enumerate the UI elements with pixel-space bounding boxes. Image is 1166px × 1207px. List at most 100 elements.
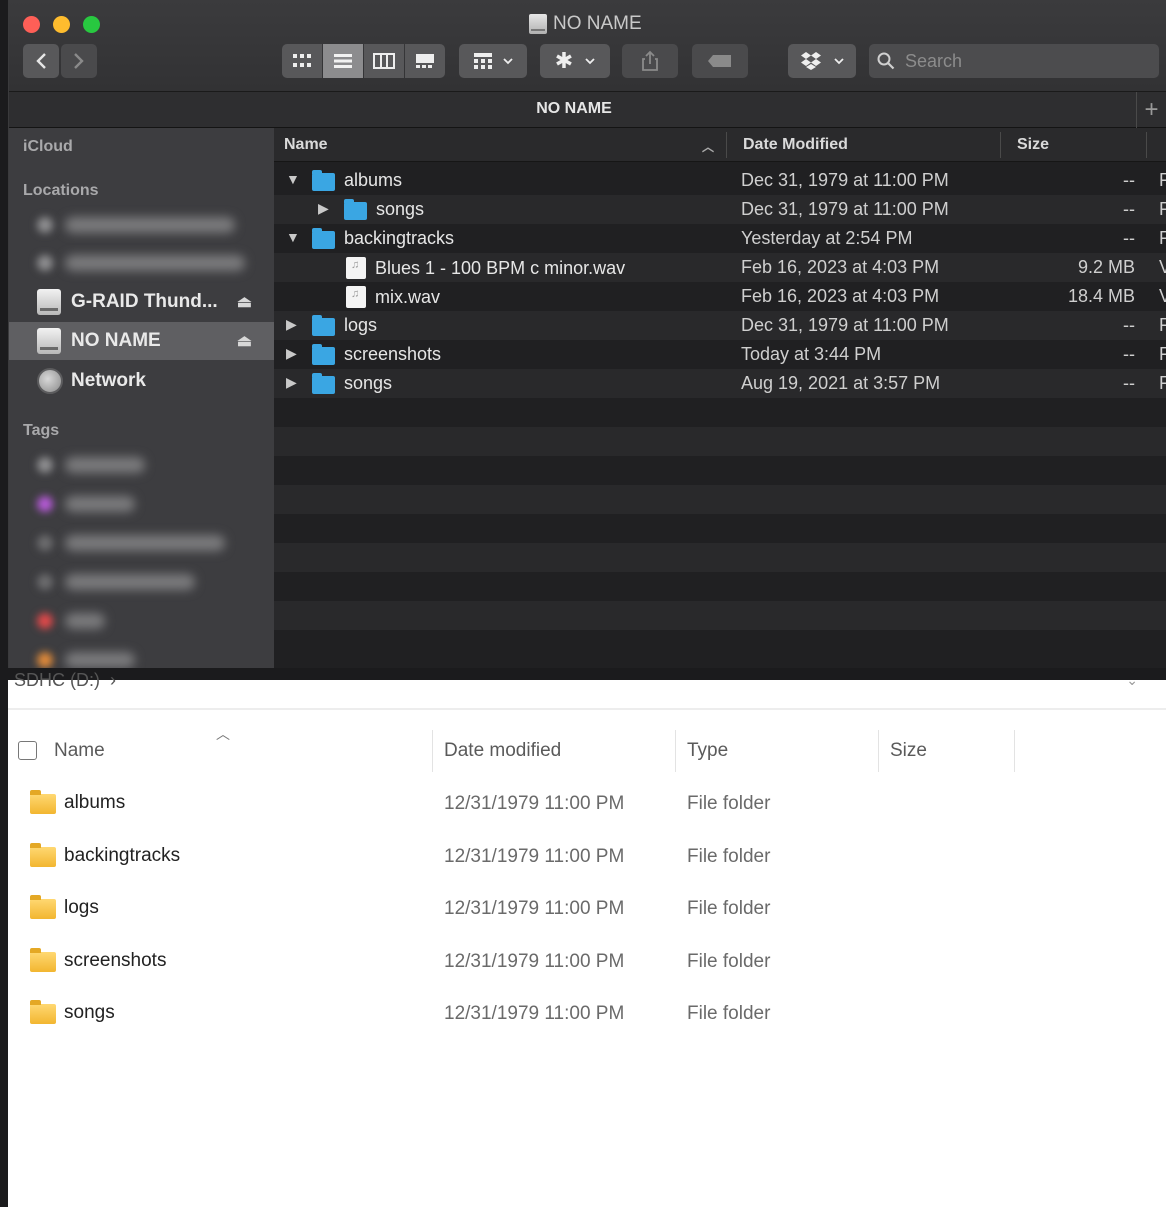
sidebar-section-tags[interactable]: Tags <box>23 422 59 440</box>
file-name: Blues 1 - 100 BPM c minor.wav <box>375 257 626 278</box>
file-row-albums[interactable]: ▼ albums Dec 31, 1979 at 11:00 PM -- F <box>274 166 1166 195</box>
file-row-screenshots[interactable]: ▶ screenshots Today at 3:44 PM -- F <box>274 340 1166 369</box>
disclosure-collapsed-icon[interactable]: ▶ <box>286 374 300 391</box>
sidebar-section-locations[interactable]: Locations <box>23 182 99 200</box>
dropbox-button[interactable] <box>788 44 856 78</box>
folder-icon <box>312 314 335 336</box>
audio-file-icon <box>346 257 366 279</box>
sidebar-item-blurred-backup[interactable] <box>9 244 274 282</box>
breadcrumb-drive[interactable]: SDHC (D:) <box>14 670 100 691</box>
tab-title[interactable]: NO NAME <box>9 100 1139 118</box>
disclosure-collapsed-icon[interactable]: ▶ <box>286 345 300 362</box>
window-title-text: NO NAME <box>553 13 642 34</box>
empty-row <box>274 427 1166 456</box>
gallery-view-button[interactable] <box>405 44 445 78</box>
sidebar-tag-item[interactable] <box>9 485 274 523</box>
sidebar-section-icloud[interactable]: iCloud <box>23 138 73 156</box>
breadcrumb[interactable]: SDHC (D:) › <box>14 670 116 691</box>
zoom-window-button[interactable] <box>83 16 100 33</box>
sidebar-item-blurred-macbook[interactable] <box>9 206 274 244</box>
disclosure-collapsed-icon[interactable]: ▶ <box>318 200 332 217</box>
date-modified: 12/31/1979 11:00 PM <box>444 846 625 867</box>
column-view-button[interactable] <box>364 44 404 78</box>
list-item[interactable]: albums 12/31/1979 11:00 PM File folder <box>8 780 1166 832</box>
back-button[interactable] <box>23 44 59 78</box>
file-kind: V <box>1159 257 1166 278</box>
gallery-view-icon <box>416 54 434 68</box>
minimize-window-button[interactable] <box>53 16 70 33</box>
list-view-button[interactable] <box>323 44 363 78</box>
disclosure-expanded-icon[interactable]: ▼ <box>286 171 300 187</box>
share-button[interactable] <box>622 44 678 78</box>
eject-icon[interactable]: ⏏ <box>237 331 252 351</box>
tag-button[interactable] <box>692 44 748 78</box>
blurred-label <box>65 613 105 629</box>
sidebar-item-g-raid[interactable]: G-RAID Thund... ⏏ <box>9 283 274 321</box>
list-item[interactable]: songs 12/31/1979 11:00 PM File folder <box>8 990 1166 1042</box>
folder-icon <box>30 843 56 867</box>
file-row-blues-wav[interactable]: Blues 1 - 100 BPM c minor.wav Feb 16, 20… <box>274 253 1166 282</box>
eject-icon[interactable]: ⏏ <box>237 292 252 312</box>
file-size: -- <box>1123 228 1135 248</box>
icon-view-button[interactable] <box>282 44 322 78</box>
file-row-logs[interactable]: ▶ logs Dec 31, 1979 at 11:00 PM -- F <box>274 311 1166 340</box>
column-name[interactable]: Name <box>284 136 328 154</box>
blurred-label <box>65 652 135 668</box>
column-date-modified[interactable]: Date modified <box>444 740 561 762</box>
disclosure-collapsed-icon[interactable]: ▶ <box>286 316 300 333</box>
file-size: -- <box>1123 373 1135 393</box>
list-item[interactable]: screenshots 12/31/1979 11:00 PM File fol… <box>8 938 1166 990</box>
sidebar-item-network[interactable]: Network <box>9 362 274 400</box>
column-name[interactable]: Name <box>54 740 105 762</box>
chevron-down-icon <box>503 58 513 65</box>
column-size[interactable]: Size <box>1017 136 1049 154</box>
sidebar-item-no-name[interactable]: NO NAME ⏏ <box>9 322 274 360</box>
file-name: albums <box>344 170 403 190</box>
list-item[interactable]: logs 12/31/1979 11:00 PM File folder <box>8 885 1166 937</box>
external-drive-icon <box>37 328 61 354</box>
file-kind: F <box>1159 228 1166 249</box>
sidebar-tag-item[interactable] <box>9 563 274 601</box>
file-size: -- <box>1123 199 1135 219</box>
date-modified: Dec 31, 1979 at 11:00 PM <box>741 199 949 219</box>
sidebar-tag-item[interactable] <box>9 446 274 484</box>
tag-color-dot-icon <box>37 496 53 512</box>
date-modified: 12/31/1979 11:00 PM <box>444 898 625 919</box>
chevron-down-icon[interactable]: ⌄ <box>1126 672 1138 689</box>
group-by-button[interactable] <box>459 44 527 78</box>
date-modified: Aug 19, 2021 at 3:57 PM <box>741 373 941 393</box>
chevron-right-icon <box>74 53 84 69</box>
file-kind: F <box>1159 199 1166 220</box>
list-item[interactable]: backingtracks 12/31/1979 11:00 PM File f… <box>8 833 1166 885</box>
file-row-songs-nested[interactable]: ▶ songs Dec 31, 1979 at 11:00 PM -- F <box>274 195 1166 224</box>
sidebar-item-label: Network <box>71 370 146 391</box>
sidebar-item-label: G-RAID Thund... <box>71 291 218 312</box>
search-field[interactable] <box>869 44 1159 78</box>
add-tab-button[interactable]: + <box>1136 92 1166 128</box>
action-menu-button[interactable]: ✱ <box>540 44 610 78</box>
file-row-mix-wav[interactable]: mix.wav Feb 16, 2023 at 4:03 PM 18.4 MB … <box>274 282 1166 311</box>
search-input[interactable] <box>903 49 1143 73</box>
icon-view-icon <box>293 54 311 67</box>
empty-row <box>274 514 1166 543</box>
file-name: mix.wav <box>375 286 441 307</box>
disclosure-expanded-icon[interactable]: ▼ <box>286 229 300 245</box>
date-modified: 12/31/1979 11:00 PM <box>444 1003 625 1024</box>
sidebar-tag-item[interactable] <box>9 602 274 640</box>
forward-button[interactable] <box>61 44 97 78</box>
sidebar-tag-item[interactable] <box>9 524 274 562</box>
sidebar-tag-item[interactable] <box>9 641 274 668</box>
date-modified: Feb 16, 2023 at 4:03 PM <box>741 286 940 306</box>
file-row-songs[interactable]: ▶ songs Aug 19, 2021 at 3:57 PM -- F <box>274 369 1166 398</box>
close-window-button[interactable] <box>23 16 40 33</box>
file-row-backingtracks[interactable]: ▼ backingtracks Yesterday at 2:54 PM -- … <box>274 224 1166 253</box>
explorer-window: SDHC (D:) › ⌄ ︿ Name Date modified Type … <box>8 670 1166 1207</box>
file-type: File folder <box>687 846 771 867</box>
column-type[interactable]: Type <box>687 740 728 762</box>
audio-file-icon <box>346 286 366 308</box>
tag-color-dot-icon <box>37 457 53 473</box>
select-all-checkbox[interactable] <box>18 741 37 760</box>
column-size[interactable]: Size <box>890 740 927 762</box>
date-modified: Today at 3:44 PM <box>741 344 882 364</box>
column-date-modified[interactable]: Date Modified <box>743 136 848 154</box>
